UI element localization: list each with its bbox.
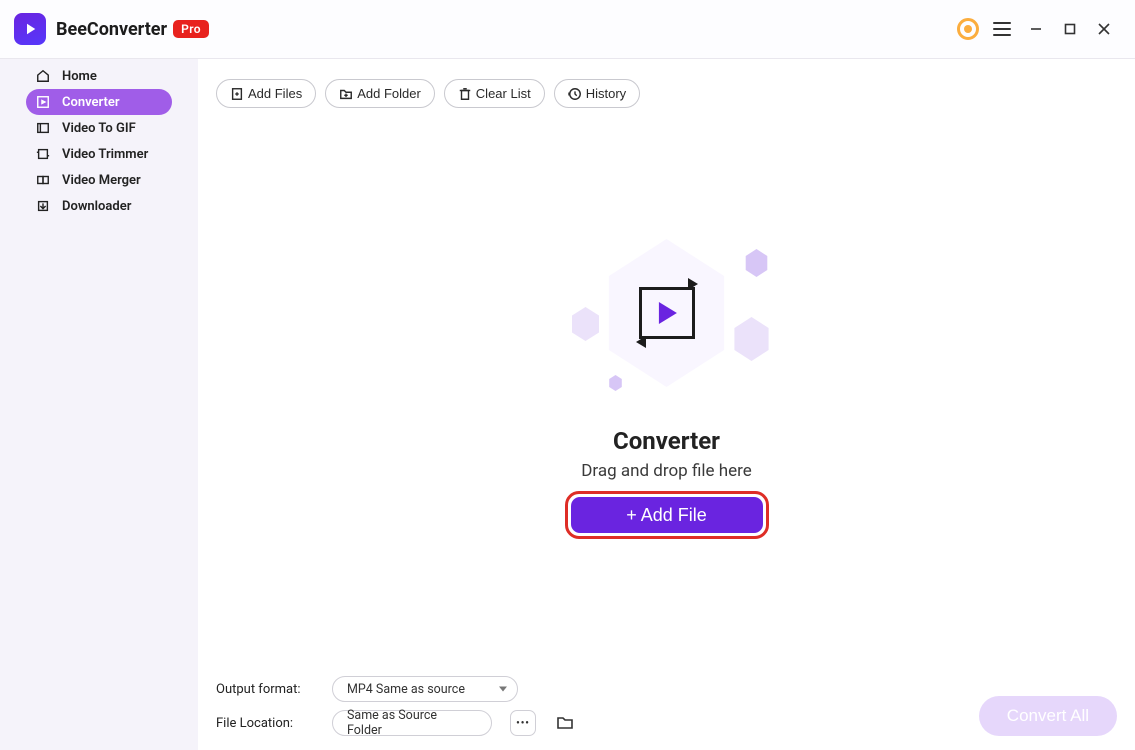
hero-illustration	[567, 229, 767, 399]
sidebar-item-home[interactable]: Home	[26, 63, 172, 89]
pro-badge: Pro	[173, 20, 209, 38]
sidebar-item-video-to-gif[interactable]: Video To GIF	[26, 115, 172, 141]
maximize-icon	[1063, 22, 1077, 36]
download-icon	[36, 199, 50, 213]
close-icon	[1097, 22, 1111, 36]
sidebar-item-label: Downloader	[62, 199, 131, 214]
add-file-highlight: + Add File	[565, 491, 769, 539]
sidebar-item-converter[interactable]: Converter	[26, 89, 172, 115]
ellipsis-icon: •••	[516, 718, 530, 729]
play-icon	[21, 20, 39, 38]
select-value: MP4 Same as source	[347, 682, 465, 697]
drop-area[interactable]: Converter Drag and drop file here + Add …	[198, 63, 1135, 705]
footer-bar: Output format: MP4 Same as source File L…	[216, 676, 1117, 736]
output-format-select[interactable]: MP4 Same as source	[332, 676, 518, 702]
drop-title: Converter	[613, 427, 720, 455]
hex-deco-icon	[733, 317, 771, 361]
chevron-down-icon	[499, 687, 507, 692]
avatar-icon	[957, 18, 979, 40]
hex-main-icon	[603, 239, 731, 387]
convert-all-button[interactable]: Convert All	[979, 696, 1117, 736]
minimize-icon	[1029, 22, 1043, 36]
home-icon	[36, 69, 50, 83]
more-options-button[interactable]: •••	[510, 710, 536, 736]
drop-subtitle: Drag and drop file here	[581, 461, 751, 481]
minimize-button[interactable]	[1019, 12, 1053, 46]
folder-icon	[556, 715, 574, 731]
output-format-label: Output format:	[216, 682, 314, 697]
converter-icon	[36, 95, 50, 109]
sidebar-item-label: Converter	[62, 95, 120, 110]
sidebar-item-video-trimmer[interactable]: Video Trimmer	[26, 141, 172, 167]
file-location-select[interactable]: Same as Source Folder	[332, 710, 492, 736]
titlebar: BeeConverter Pro	[0, 0, 1135, 59]
maximize-button[interactable]	[1053, 12, 1087, 46]
file-location-label: File Location:	[216, 716, 314, 731]
convert-play-icon	[639, 287, 695, 339]
hex-deco-icon	[609, 375, 623, 391]
trimmer-icon	[36, 147, 50, 161]
account-button[interactable]	[951, 12, 985, 46]
hex-deco-icon	[571, 307, 601, 341]
sidebar: Home Converter Video To GIF Video Trimme…	[0, 59, 198, 750]
sidebar-item-label: Home	[62, 69, 97, 84]
gif-icon	[36, 121, 50, 135]
close-button[interactable]	[1087, 12, 1121, 46]
sidebar-item-video-merger[interactable]: Video Merger	[26, 167, 172, 193]
main-panel: Add Files Add Folder Clear List History	[198, 59, 1135, 750]
hex-deco-icon	[745, 249, 769, 277]
select-value: Same as Source Folder	[347, 708, 467, 738]
merger-icon	[36, 173, 50, 187]
add-file-button[interactable]: + Add File	[571, 497, 763, 533]
sidebar-item-downloader[interactable]: Downloader	[26, 193, 172, 219]
hamburger-icon	[993, 21, 1011, 37]
sidebar-item-label: Video To GIF	[62, 121, 136, 136]
app-title: BeeConverter	[56, 19, 167, 40]
sidebar-item-label: Video Merger	[62, 173, 141, 188]
app-logo	[14, 13, 46, 45]
browse-folder-button[interactable]	[554, 712, 576, 734]
sidebar-item-label: Video Trimmer	[62, 147, 148, 162]
menu-button[interactable]	[985, 12, 1019, 46]
